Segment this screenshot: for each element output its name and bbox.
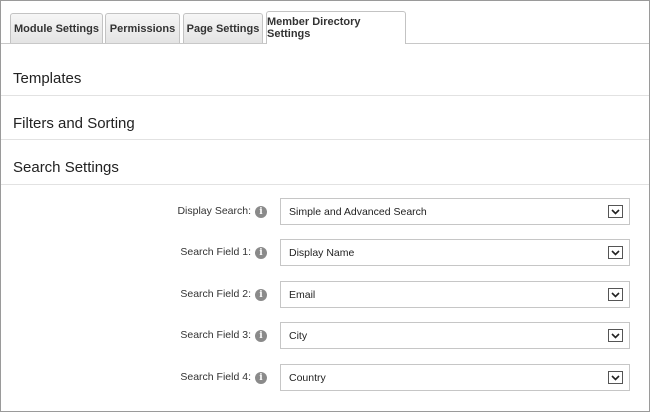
tab-permissions[interactable]: Permissions [105,13,180,44]
search-field-2-row: Search Field 2: i Email [1,281,649,309]
chevron-down-icon[interactable] [608,329,623,342]
info-icon[interactable]: i [255,247,267,259]
search-field-2-select[interactable]: Email [280,281,630,308]
search-field-4-value: Country [289,371,326,384]
search-field-3-label: Search Field 3: [180,329,251,341]
display-search-select[interactable]: Simple and Advanced Search [280,198,630,225]
chevron-down-icon[interactable] [608,205,623,218]
search-field-4-row: Search Field 4: i Country [1,364,649,392]
search-field-3-row: Search Field 3: i City [1,322,649,350]
info-icon[interactable]: i [255,372,267,384]
tab-label: Permissions [109,23,176,35]
search-field-4-select[interactable]: Country [280,364,630,391]
search-field-1-label: Search Field 1: [180,246,251,258]
search-field-4-label: Search Field 4: [180,371,251,383]
chevron-down-icon[interactable] [608,246,623,259]
tab-module-settings[interactable]: Module Settings [10,13,103,44]
section-divider [1,95,649,96]
tab-label: Module Settings [14,23,99,35]
search-field-2-label: Search Field 2: [180,288,251,300]
search-field-3-value: City [289,329,308,342]
info-icon[interactable]: i [255,289,267,301]
tab-label: Page Settings [186,23,260,35]
display-search-value: Simple and Advanced Search [289,205,427,218]
chevron-down-icon[interactable] [608,288,623,301]
chevron-down-icon[interactable] [608,371,623,384]
section-divider [1,139,649,140]
tab-page-settings[interactable]: Page Settings [183,13,263,44]
search-field-1-row: Search Field 1: i Display Name [1,239,649,267]
display-search-row: Display Search: i Simple and Advanced Se… [1,198,649,226]
search-field-1-value: Display Name [289,246,355,259]
search-field-2-value: Email [289,288,316,301]
section-filters-sorting-header[interactable]: Filters and Sorting [13,115,135,132]
section-divider [1,184,649,185]
tab-strip: Module Settings Permissions Page Setting… [1,1,649,45]
info-icon[interactable]: i [255,206,267,218]
display-search-label: Display Search: [177,205,251,217]
info-icon[interactable]: i [255,330,267,342]
tab-label: Member Directory Settings [267,16,361,40]
search-field-1-select[interactable]: Display Name [280,239,630,266]
search-field-3-select[interactable]: City [280,322,630,349]
module-settings-panel: Module Settings Permissions Page Setting… [0,0,650,412]
tab-member-directory-settings[interactable]: Member Directory Settings [266,11,406,44]
section-templates-header[interactable]: Templates [13,70,81,87]
section-search-settings-header[interactable]: Search Settings [13,159,119,176]
